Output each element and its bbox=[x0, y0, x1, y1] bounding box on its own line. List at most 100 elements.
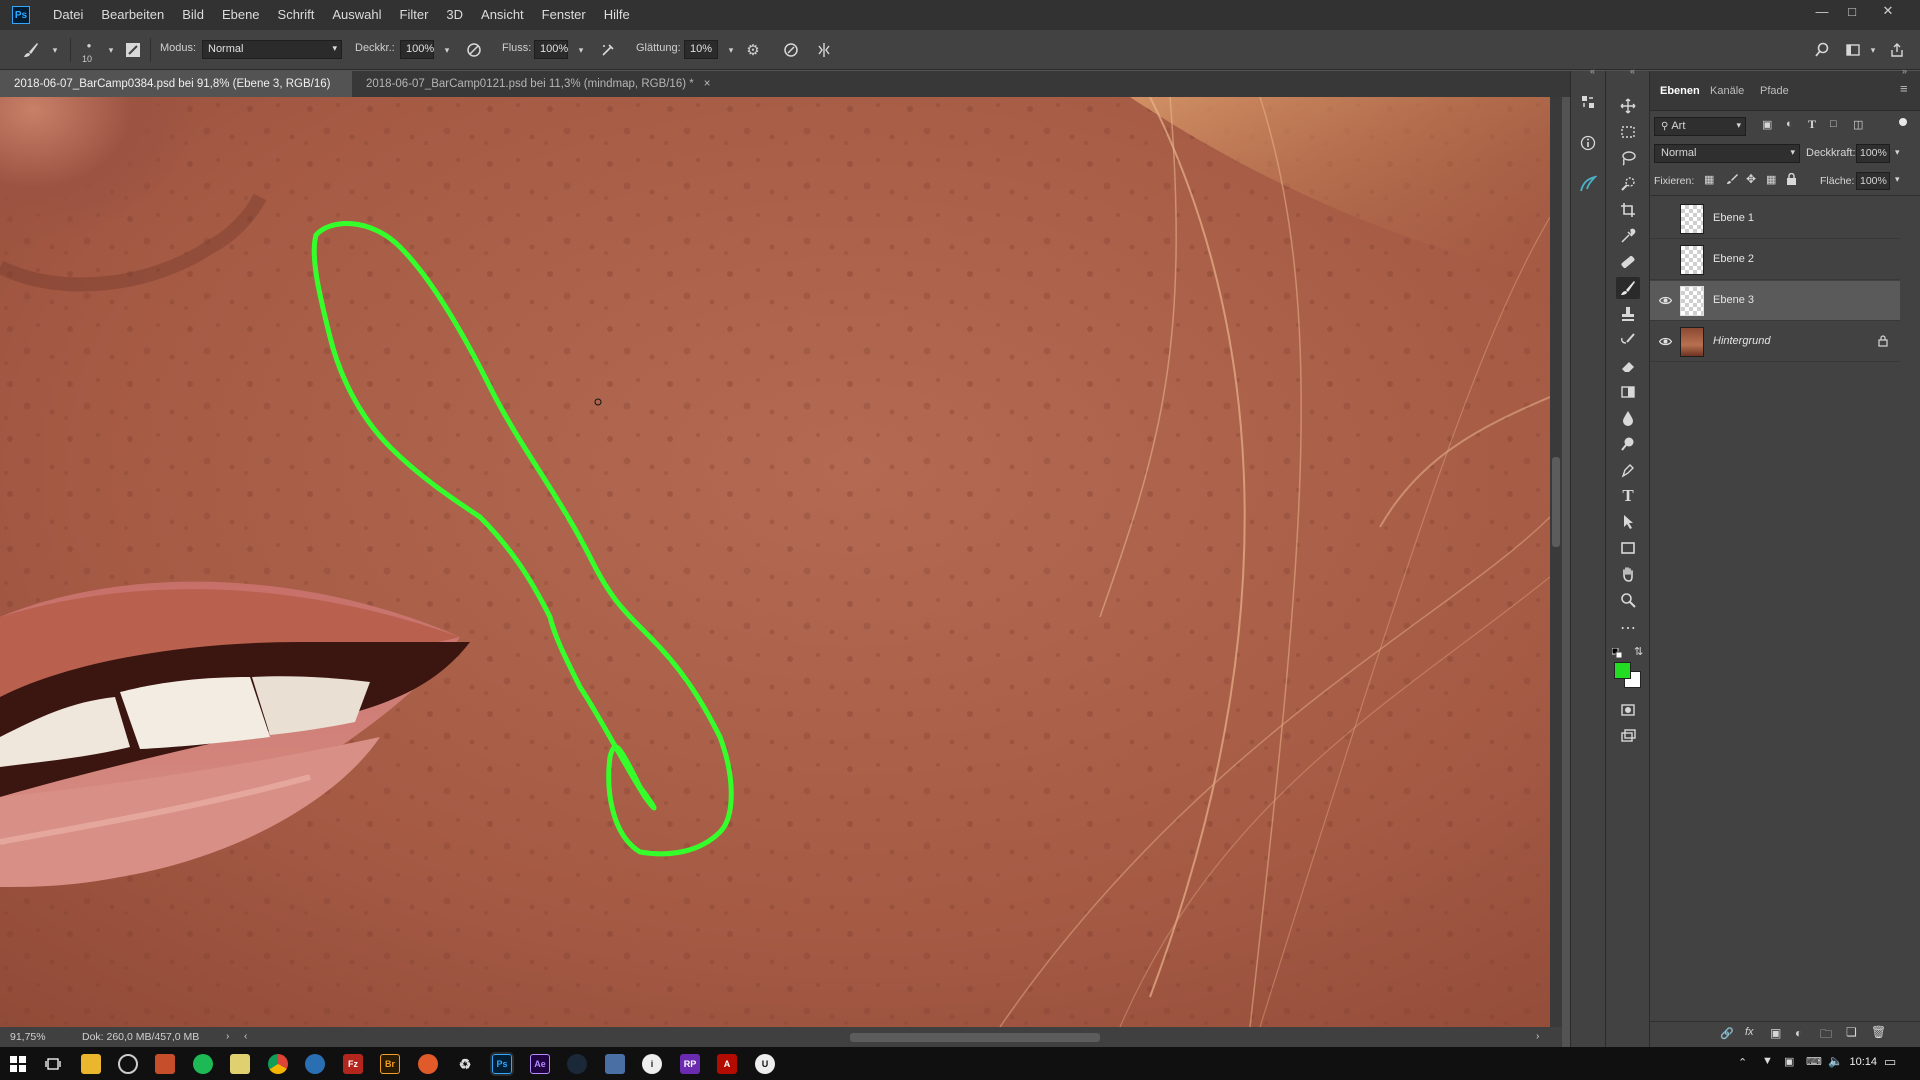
bridge-icon[interactable]: Br bbox=[380, 1054, 400, 1074]
after-effects-icon[interactable]: Ae bbox=[530, 1054, 550, 1074]
brush-preset-dot-icon[interactable]: ● bbox=[78, 34, 100, 56]
document-canvas[interactable] bbox=[0, 97, 1550, 1027]
chevron-up-icon[interactable]: ⌃ bbox=[1738, 1056, 1747, 1069]
tab-layers[interactable]: Ebenen bbox=[1660, 85, 1700, 97]
healing-brush-tool-icon[interactable] bbox=[1616, 251, 1640, 273]
lock-position-icon[interactable]: ✥ bbox=[1746, 172, 1756, 186]
zoom-level[interactable]: 91,75% bbox=[10, 1027, 46, 1047]
app-icon[interactable] bbox=[418, 1054, 438, 1074]
gear-icon[interactable]: ⚙ bbox=[742, 39, 764, 61]
fill-input[interactable]: 100% bbox=[1856, 172, 1890, 190]
blur-tool-icon[interactable] bbox=[1616, 407, 1640, 429]
quick-selection-tool-icon[interactable] bbox=[1616, 173, 1640, 195]
add-mask-icon[interactable]: ▣ bbox=[1770, 1026, 1781, 1040]
chevron-down-icon[interactable]: ▾ bbox=[720, 39, 742, 61]
lasso-tool-icon[interactable] bbox=[1616, 147, 1640, 169]
scroll-right-icon[interactable]: › bbox=[1536, 1027, 1539, 1047]
swap-colors-icon[interactable]: ⇅ bbox=[1634, 645, 1643, 658]
fx-icon[interactable]: fx bbox=[1745, 1026, 1754, 1038]
eye-icon[interactable] bbox=[1658, 293, 1672, 307]
symmetry-icon[interactable] bbox=[813, 39, 835, 61]
menu-ebene[interactable]: Ebene bbox=[213, 0, 269, 30]
filter-type-icon[interactable]: T bbox=[1808, 117, 1816, 132]
app-icon[interactable] bbox=[305, 1054, 325, 1074]
blend-mode-select[interactable]: Normal ▾ bbox=[1654, 144, 1800, 163]
filter-toggle-icon[interactable] bbox=[1899, 118, 1907, 126]
tab-document-1[interactable]: 2018-06-07_BarCamp0384.psd bei 91,8% (Eb… bbox=[0, 71, 352, 116]
search-icon[interactable] bbox=[1811, 39, 1833, 61]
app-icon[interactable] bbox=[605, 1054, 625, 1074]
lock-artboard-icon[interactable]: ▦ bbox=[1766, 173, 1776, 186]
pressure-opacity-icon[interactable] bbox=[463, 39, 485, 61]
rectangle-tool-icon[interactable] bbox=[1616, 537, 1640, 559]
eyedropper-tool-icon[interactable] bbox=[1616, 225, 1640, 247]
delete-layer-icon[interactable]: 🗑 bbox=[1871, 1025, 1886, 1039]
visibility-toggle-empty[interactable] bbox=[1658, 252, 1672, 266]
collapse-arrows-icon[interactable]: « bbox=[1630, 66, 1635, 76]
history-icon[interactable] bbox=[1576, 91, 1600, 113]
link-layers-icon[interactable]: 🔗 bbox=[1720, 1027, 1734, 1040]
layer-filter-select[interactable]: ⚲ Art ▾ bbox=[1654, 117, 1746, 136]
tab-document-2[interactable]: 2018-06-07_BarCamp0121.psd bei 11,3% (mi… bbox=[352, 71, 712, 97]
windows-start-icon[interactable] bbox=[8, 1054, 28, 1074]
menu-schrift[interactable]: Schrift bbox=[269, 0, 324, 30]
filter-adjustment-icon[interactable]: ◐ bbox=[1786, 118, 1793, 130]
app-icon[interactable]: U bbox=[755, 1054, 775, 1074]
mode-select[interactable]: Normal ▾ bbox=[202, 40, 342, 59]
spotify-icon[interactable] bbox=[193, 1054, 213, 1074]
filter-pixel-icon[interactable]: ▣ bbox=[1762, 118, 1772, 131]
network-icon[interactable]: ▣ bbox=[1784, 1055, 1794, 1068]
menu-bild[interactable]: Bild bbox=[173, 0, 213, 30]
menu-filter[interactable]: Filter bbox=[391, 0, 438, 30]
layer-row-ebene-3[interactable]: Ebene 3 bbox=[1650, 281, 1900, 321]
vertical-scrollbar[interactable] bbox=[1550, 97, 1562, 1027]
foreground-color-swatch[interactable] bbox=[1614, 662, 1631, 679]
tray-app-icon[interactable]: ▼ bbox=[1762, 1055, 1773, 1067]
screen-mode-icon[interactable] bbox=[1616, 725, 1640, 747]
browser-icon[interactable] bbox=[118, 1054, 138, 1074]
filter-shape-icon[interactable]: □ bbox=[1830, 118, 1837, 130]
eraser-tool-icon[interactable] bbox=[1616, 355, 1640, 377]
type-tool-icon[interactable]: T bbox=[1616, 485, 1640, 507]
lock-pixels-icon[interactable] bbox=[1726, 173, 1738, 185]
filezilla-icon[interactable]: Fz bbox=[343, 1054, 363, 1074]
lock-transparency-icon[interactable]: ▦ bbox=[1704, 173, 1714, 186]
collapse-arrows-icon[interactable]: « bbox=[1590, 66, 1595, 76]
wifi-icon[interactable]: ⌨ bbox=[1806, 1055, 1822, 1068]
new-layer-icon[interactable]: ❏ bbox=[1846, 1025, 1857, 1039]
tab-channels[interactable]: Kanäle bbox=[1710, 85, 1744, 97]
airbrush-icon[interactable] bbox=[597, 39, 619, 61]
photoshop-taskbar-icon[interactable]: Ps bbox=[490, 1052, 514, 1076]
path-selection-tool-icon[interactable] bbox=[1616, 511, 1640, 533]
info-app-icon[interactable]: i bbox=[642, 1054, 662, 1074]
app-icon[interactable]: ♻ bbox=[455, 1054, 475, 1074]
vertical-scrollbar-thumb[interactable] bbox=[1552, 457, 1560, 547]
brush-tool-icon[interactable] bbox=[20, 39, 42, 61]
chrome-icon[interactable] bbox=[268, 1054, 288, 1074]
pen-pressure-icon[interactable] bbox=[1576, 173, 1600, 195]
menu-ansicht[interactable]: Ansicht bbox=[472, 0, 533, 30]
dodge-tool-icon[interactable] bbox=[1616, 433, 1640, 455]
notes-icon[interactable] bbox=[230, 1054, 250, 1074]
share-icon[interactable] bbox=[1886, 39, 1908, 61]
horizontal-scrollbar-thumb[interactable] bbox=[850, 1033, 1100, 1042]
brush-tool-icon[interactable] bbox=[1616, 277, 1640, 299]
task-view-icon[interactable] bbox=[43, 1054, 63, 1074]
visibility-toggle-empty[interactable] bbox=[1658, 211, 1672, 225]
menu-hilfe[interactable]: Hilfe bbox=[595, 0, 639, 30]
close-icon[interactable]: × bbox=[704, 78, 711, 90]
chevron-down-icon[interactable]: ▾ bbox=[436, 39, 458, 61]
panel-menu-icon[interactable]: ≡ bbox=[1900, 81, 1908, 96]
gradient-tool-icon[interactable] bbox=[1616, 381, 1640, 403]
menu-fenster[interactable]: Fenster bbox=[533, 0, 595, 30]
smoothing-input[interactable]: 10% bbox=[684, 40, 718, 59]
history-brush-tool-icon[interactable] bbox=[1616, 329, 1640, 351]
app-icon[interactable]: RP bbox=[680, 1054, 700, 1074]
pen-tool-icon[interactable] bbox=[1616, 459, 1640, 481]
adjustment-layer-icon[interactable]: ◐ bbox=[1795, 1026, 1802, 1040]
clock-time[interactable]: 10:14 bbox=[1835, 1056, 1877, 1068]
menu-auswahl[interactable]: Auswahl bbox=[323, 0, 390, 30]
file-explorer-icon[interactable] bbox=[81, 1054, 101, 1074]
hand-tool-icon[interactable] bbox=[1616, 563, 1640, 585]
minimize-icon[interactable]: — bbox=[1808, 0, 1836, 22]
